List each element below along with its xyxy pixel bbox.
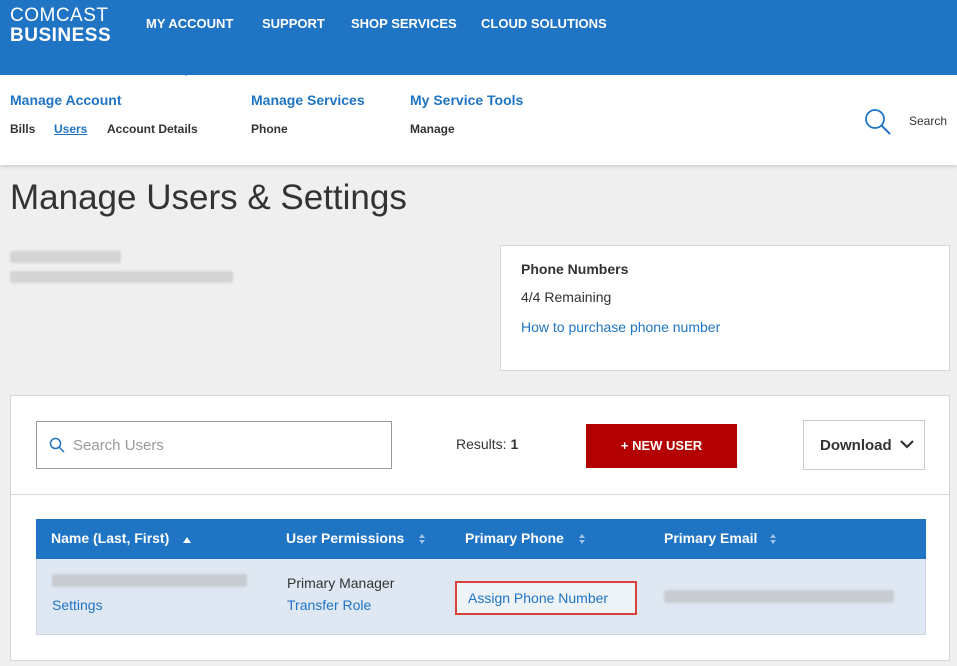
download-label: Download [820, 437, 892, 454]
sort-icon[interactable] [578, 534, 586, 544]
assign-phone-highlight[interactable]: Assign Phone Number [455, 581, 637, 615]
table-row: Settings Primary Manager Transfer Role A… [36, 559, 926, 635]
redacted-account-name [10, 251, 121, 263]
search-label[interactable]: Search [909, 114, 947, 128]
comcast-business-logo[interactable]: COMCAST BUSINESS [10, 6, 111, 45]
page-title: Manage Users & Settings [10, 178, 407, 217]
search-users-input[interactable] [73, 434, 373, 456]
sub-link-users[interactable]: Users [54, 122, 87, 136]
column-header-primary-phone[interactable]: Primary Phone [465, 530, 564, 546]
logo-line-1: COMCAST [10, 5, 109, 26]
nav-cloud-solutions[interactable]: CLOUD SOLUTIONS [481, 16, 607, 31]
user-settings-link[interactable]: Settings [52, 597, 103, 613]
sort-ascending-icon[interactable] [183, 535, 191, 545]
download-button[interactable]: Download [803, 420, 925, 470]
logo-line-2: BUSINESS [10, 25, 112, 46]
manage-services-title[interactable]: Manage Services [251, 92, 365, 108]
assign-phone-number-link[interactable]: Assign Phone Number [468, 590, 608, 606]
sort-icon[interactable] [418, 534, 426, 544]
column-header-primary-email[interactable]: Primary Email [664, 530, 757, 546]
new-user-button[interactable]: + NEW USER [586, 424, 737, 468]
search-icon [49, 437, 65, 453]
purchase-phone-link[interactable]: How to purchase phone number [521, 316, 721, 338]
nav-my-account[interactable]: MY ACCOUNT [146, 16, 233, 31]
sub-link-bills[interactable]: Bills [10, 122, 35, 136]
users-table-header: Name (Last, First) User Permissions Prim… [36, 519, 926, 559]
sub-nav: Manage Account Bills Users Account Detai… [0, 75, 957, 165]
search-users-box[interactable] [36, 421, 392, 469]
users-panel: Results: 1 + NEW USER Download Name (Las… [10, 395, 950, 661]
redacted-account-address [10, 271, 233, 283]
column-header-permissions[interactable]: User Permissions [286, 530, 404, 546]
panel-divider [11, 494, 949, 495]
user-permission: Primary Manager [287, 575, 395, 591]
phone-numbers-title: Phone Numbers [521, 261, 629, 277]
sub-link-account-details[interactable]: Account Details [107, 122, 198, 136]
sub-link-manage[interactable]: Manage [410, 122, 455, 136]
transfer-role-link[interactable]: Transfer Role [287, 597, 371, 613]
redacted-user-name [52, 574, 247, 587]
column-header-name[interactable]: Name (Last, First) [51, 530, 169, 546]
sub-link-phone[interactable]: Phone [251, 122, 288, 136]
chevron-down-icon [900, 440, 914, 449]
phone-numbers-card: Phone Numbers 4/4 Remaining How to purch… [500, 245, 950, 371]
results-number: 1 [510, 436, 519, 452]
sort-icon[interactable] [769, 534, 777, 544]
search-icon[interactable] [864, 108, 892, 136]
results-count: Results: 1 [456, 436, 518, 452]
my-service-tools-title[interactable]: My Service Tools [410, 92, 523, 108]
active-nav-caret [177, 67, 195, 76]
redacted-user-email [664, 590, 894, 603]
phone-numbers-remaining: 4/4 Remaining [521, 289, 612, 305]
manage-account-title[interactable]: Manage Account [10, 92, 122, 108]
results-label: Results: [456, 436, 507, 452]
top-bar: COMCAST BUSINESS MY ACCOUNT SUPPORT SHOP… [0, 0, 957, 75]
nav-support[interactable]: SUPPORT [262, 16, 325, 31]
nav-shop-services[interactable]: SHOP SERVICES [351, 16, 457, 31]
